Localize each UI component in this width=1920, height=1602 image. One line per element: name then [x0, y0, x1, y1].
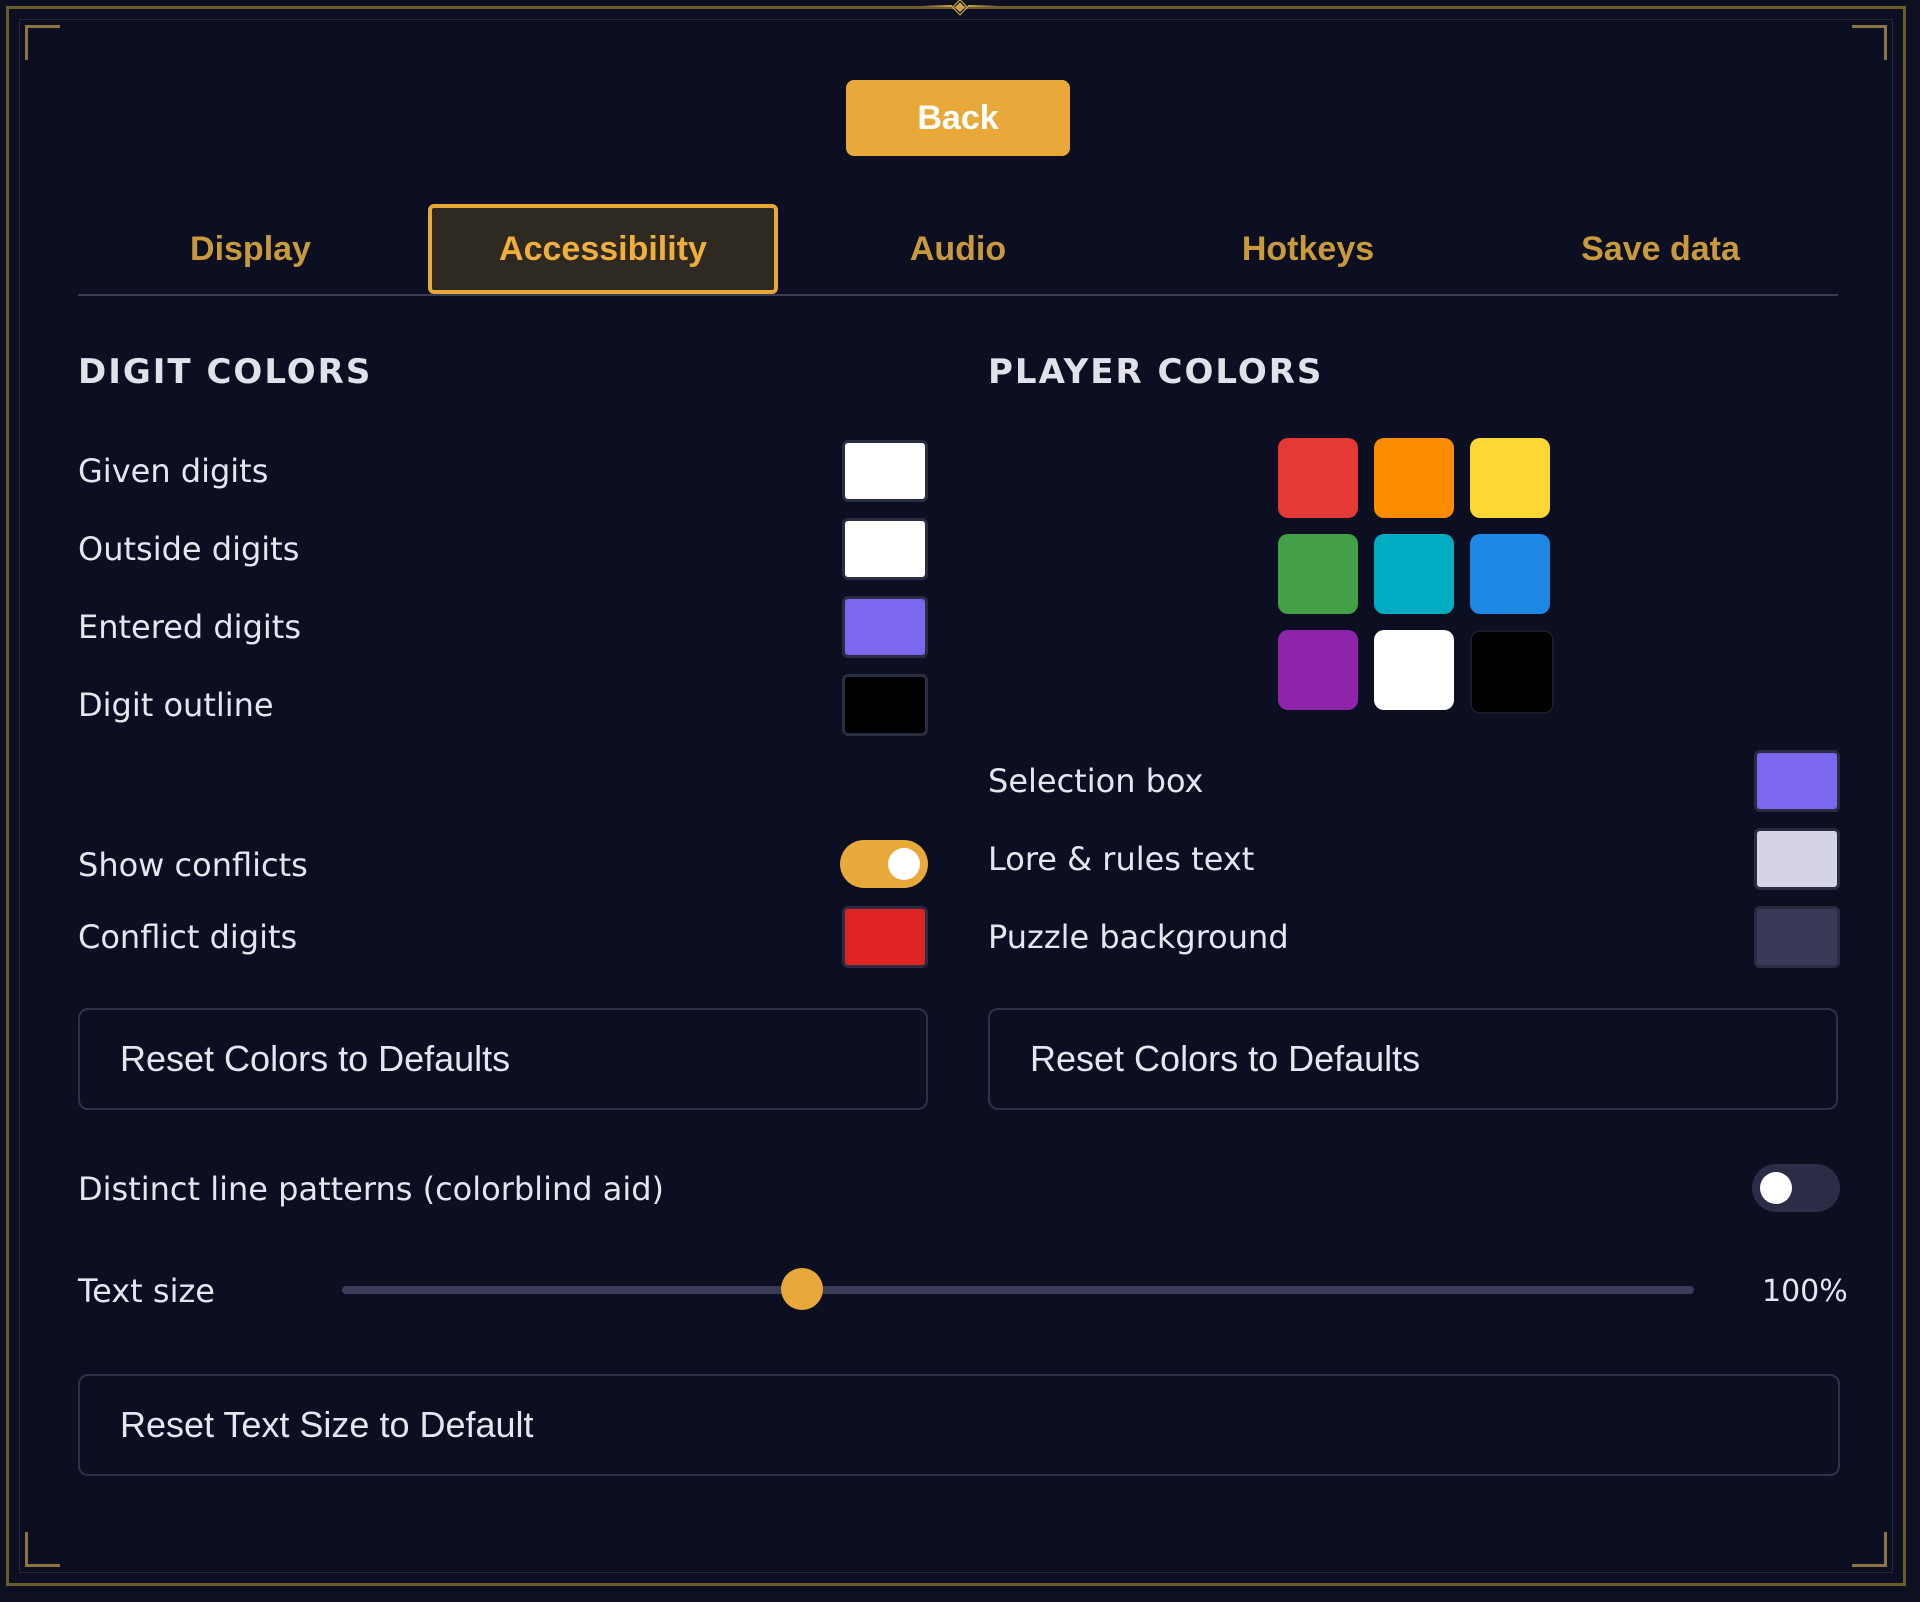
- puzzle-background-swatch[interactable]: [1754, 906, 1840, 968]
- given-digits-label: Given digits: [78, 452, 269, 490]
- tab-save-data[interactable]: Save data: [1488, 204, 1833, 294]
- conflict-digits-swatch[interactable]: [842, 906, 928, 968]
- digit-outline-label: Digit outline: [78, 686, 274, 724]
- player-color-swatch-yellow[interactable]: [1470, 438, 1550, 518]
- corner-ornament-bottom-right: [1852, 1532, 1887, 1567]
- text-size-slider-track[interactable]: [342, 1286, 1694, 1294]
- text-size-label: Text size: [78, 1272, 215, 1310]
- text-size-value: 100%: [1762, 1274, 1848, 1309]
- tab-accessibility[interactable]: Accessibility: [428, 204, 778, 294]
- given-digits-swatch[interactable]: [842, 440, 928, 502]
- corner-ornament-bottom-left: [25, 1532, 60, 1567]
- show-conflicts-label: Show conflicts: [78, 846, 308, 884]
- player-color-swatch-blue[interactable]: [1470, 534, 1550, 614]
- outside-digits-label: Outside digits: [78, 530, 300, 568]
- text-size-slider-thumb[interactable]: [780, 1268, 823, 1310]
- conflict-digits-label: Conflict digits: [78, 918, 298, 956]
- player-color-swatch-green[interactable]: [1278, 534, 1358, 614]
- top-ornament-icon: ◈: [920, 0, 1000, 19]
- digit-colors-title: DIGIT COLORS: [78, 352, 373, 392]
- corner-ornament-top-left: [25, 25, 60, 60]
- player-color-swatch-white[interactable]: [1374, 630, 1454, 710]
- tab-bar: Display Accessibility Audio Hotkeys Save…: [78, 204, 1838, 296]
- player-colors-title: PLAYER COLORS: [988, 352, 1324, 392]
- toggle-knob: [1760, 1172, 1792, 1204]
- tab-display[interactable]: Display: [78, 204, 423, 294]
- colorblind-toggle[interactable]: [1752, 1164, 1840, 1212]
- entered-digits-label: Entered digits: [78, 608, 301, 646]
- corner-ornament-top-right: [1852, 25, 1887, 60]
- player-color-swatch-purple[interactable]: [1278, 630, 1358, 710]
- player-color-swatch-orange[interactable]: [1374, 438, 1454, 518]
- selection-box-label: Selection box: [988, 762, 1204, 800]
- digit-outline-swatch[interactable]: [842, 674, 928, 736]
- player-color-swatch-red[interactable]: [1278, 438, 1358, 518]
- selection-box-swatch[interactable]: [1754, 750, 1840, 812]
- reset-digit-colors-button[interactable]: Reset Colors to Defaults: [78, 1008, 928, 1110]
- player-color-swatch-teal[interactable]: [1374, 534, 1454, 614]
- puzzle-background-label: Puzzle background: [988, 918, 1289, 956]
- show-conflicts-toggle[interactable]: [840, 840, 928, 888]
- entered-digits-swatch[interactable]: [842, 596, 928, 658]
- reset-text-size-button[interactable]: Reset Text Size to Default: [78, 1374, 1840, 1476]
- lore-rules-text-label: Lore & rules text: [988, 840, 1255, 878]
- tab-audio[interactable]: Audio: [788, 204, 1128, 294]
- outside-digits-swatch[interactable]: [842, 518, 928, 580]
- colorblind-label: Distinct line patterns (colorblind aid): [78, 1170, 665, 1208]
- back-button[interactable]: Back: [846, 80, 1070, 156]
- tab-hotkeys[interactable]: Hotkeys: [1138, 204, 1478, 294]
- toggle-knob: [888, 848, 920, 880]
- reset-player-colors-button[interactable]: Reset Colors to Defaults: [988, 1008, 1838, 1110]
- lore-rules-text-swatch[interactable]: [1754, 828, 1840, 890]
- player-color-swatch-black[interactable]: [1470, 630, 1554, 714]
